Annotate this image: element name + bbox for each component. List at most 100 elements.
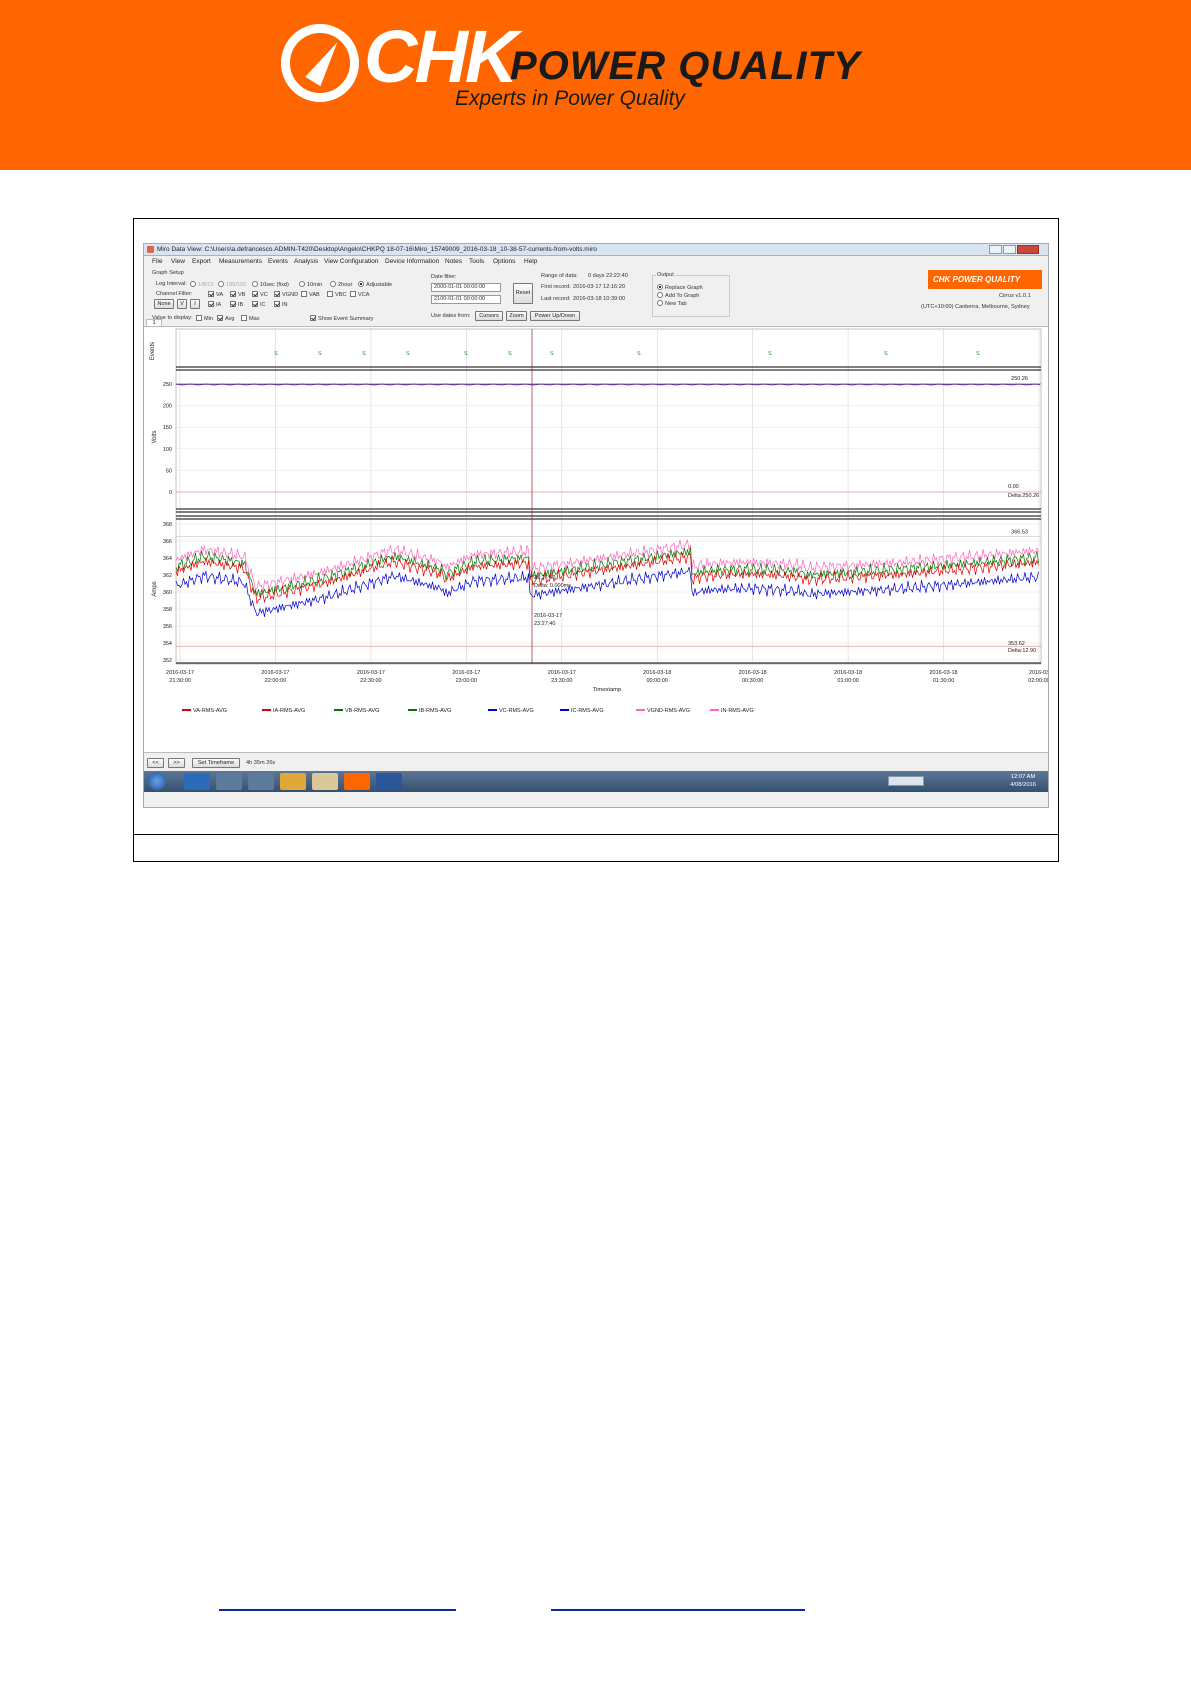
checkbox-icon[interactable] <box>230 301 236 307</box>
close-button[interactable] <box>1017 245 1039 254</box>
log-interval-option[interactable]: Adjustable <box>358 281 392 288</box>
x-tick-date: 2016-03-18 <box>929 670 957 676</box>
checkbox-icon[interactable] <box>327 291 333 297</box>
menu-analysis[interactable]: Analysis <box>294 258 318 265</box>
log-interval-option[interactable]: 186/192 <box>218 281 246 288</box>
explorer-icon[interactable] <box>312 773 338 790</box>
footer-link-2[interactable] <box>551 1609 805 1611</box>
channel-v-button[interactable]: V <box>177 299 187 309</box>
value-option-min[interactable]: Min <box>196 315 213 322</box>
minimize-button[interactable] <box>989 245 1002 254</box>
menu-options[interactable]: Options <box>493 258 515 265</box>
checkbox-icon[interactable] <box>217 315 223 321</box>
chrome-icon[interactable] <box>248 773 274 790</box>
x-tick-time: 01:30:00 <box>933 678 954 684</box>
menu-notes[interactable]: Notes <box>445 258 462 265</box>
output-option[interactable]: Add To Graph <box>657 292 699 299</box>
radio-icon[interactable] <box>190 281 196 287</box>
menu-view-configuration[interactable]: View Configuration <box>324 258 378 265</box>
maximize-button[interactable] <box>1003 245 1016 254</box>
channel-checkbox-vab[interactable]: VAB <box>301 291 320 298</box>
media-player-icon[interactable] <box>216 773 242 790</box>
legend-entry: IC-RMS-AVG <box>571 708 604 714</box>
value-option-max[interactable]: Max <box>241 315 260 322</box>
set-timeframe-button[interactable]: Set Timeframe <box>192 758 240 768</box>
navigation-bar: << >> Set Timeframe 4h 35m 26s <box>144 754 1048 771</box>
event-marker: S <box>976 351 980 357</box>
zoom-button[interactable]: Zoom <box>506 311 527 321</box>
log-interval-option[interactable]: 2hour <box>330 281 352 288</box>
channel-checkbox-ia[interactable]: IA <box>208 301 221 308</box>
show-event-summary-checkbox[interactable] <box>310 315 316 321</box>
radio-icon[interactable] <box>252 281 258 287</box>
channel-checkbox-vca[interactable]: VCA <box>350 291 370 298</box>
output-option[interactable]: Replace Graph <box>657 284 703 291</box>
start-button-icon[interactable] <box>148 772 166 790</box>
radio-icon[interactable] <box>657 284 663 290</box>
radio-icon[interactable] <box>657 292 663 298</box>
checkbox-icon[interactable] <box>252 301 258 307</box>
ie-icon[interactable] <box>184 773 210 790</box>
checkbox-icon[interactable] <box>274 301 280 307</box>
channel-none-button[interactable]: None <box>154 299 174 309</box>
menu-tools[interactable]: Tools <box>469 258 484 265</box>
channel-checkbox-va[interactable]: VA <box>208 291 223 298</box>
value-option-avg[interactable]: Avg <box>217 315 235 322</box>
channel-checkbox-ib[interactable]: IB <box>230 301 243 308</box>
footer-link-1[interactable] <box>219 1609 456 1611</box>
checkbox-icon[interactable] <box>350 291 356 297</box>
nav-forward-button[interactable]: >> <box>168 758 185 768</box>
checkbox-icon[interactable] <box>196 315 202 321</box>
checkbox-icon[interactable] <box>208 291 214 297</box>
menu-events[interactable]: Events <box>268 258 288 265</box>
first-record-label: First record: <box>541 284 571 290</box>
language-bar[interactable] <box>888 776 924 786</box>
last-record-value: 2016-03-18 10:39:00 <box>573 296 625 302</box>
log-interval-option-label: 1/8/12 <box>198 282 214 288</box>
log-interval-option[interactable]: 10min <box>299 281 322 288</box>
checkbox-icon[interactable] <box>301 291 307 297</box>
word-icon[interactable] <box>376 773 402 790</box>
output-option[interactable]: New Tab <box>657 300 687 307</box>
radio-icon[interactable] <box>299 281 305 287</box>
radio-icon[interactable] <box>330 281 336 287</box>
channel-checkbox-vb[interactable]: VB <box>230 291 245 298</box>
date-end-input[interactable]: 2100-01-01 00:00:00 <box>431 295 501 304</box>
first-record-value: 2016-03-17 12:16:20 <box>573 284 625 290</box>
log-interval-option[interactable]: 10sec (fixd) <box>252 281 289 288</box>
menu-file[interactable]: File <box>152 258 162 265</box>
power-up-down-button[interactable]: Power Up/Down <box>530 311 580 321</box>
channel-i-button[interactable]: I <box>190 299 200 309</box>
checkbox-icon[interactable] <box>252 291 258 297</box>
channel-label: VBC <box>335 292 347 298</box>
volts-tick-label: 200 <box>163 404 172 410</box>
cursors-button[interactable]: Cursors <box>475 311 503 321</box>
menu-view[interactable]: View <box>171 258 185 265</box>
channel-checkbox-vbc[interactable]: VBC <box>327 291 347 298</box>
radio-icon[interactable] <box>657 300 663 306</box>
menu-export[interactable]: Export <box>192 258 211 265</box>
x-tick-time: 22:00:00 <box>265 678 286 684</box>
radio-icon[interactable] <box>358 281 364 287</box>
menu-device-information[interactable]: Device Information <box>385 258 439 265</box>
menu-help[interactable]: Help <box>524 258 537 265</box>
channel-checkbox-vc[interactable]: VC <box>252 291 268 298</box>
checkbox-icon[interactable] <box>241 315 247 321</box>
channel-checkbox-vgnd[interactable]: VGND <box>274 291 298 298</box>
date-start-input[interactable]: 2000-01-01 00:00:00 <box>431 283 501 292</box>
log-interval-label: Log Interval: <box>156 281 187 287</box>
outlook-icon[interactable] <box>280 773 306 790</box>
menu-measurements[interactable]: Measurements <box>219 258 262 265</box>
checkbox-icon[interactable] <box>230 291 236 297</box>
show-event-summary[interactable]: Show Event Summary <box>310 315 373 322</box>
legend-entry: IA-RMS-AVG <box>273 708 305 714</box>
checkbox-icon[interactable] <box>208 301 214 307</box>
channel-checkbox-ic[interactable]: IC <box>252 301 266 308</box>
chk-app-icon[interactable] <box>344 773 370 790</box>
nav-back-button[interactable]: << <box>147 758 164 768</box>
reset-button[interactable]: Reset <box>513 283 533 304</box>
channel-checkbox-in[interactable]: IN <box>274 301 288 308</box>
radio-icon[interactable] <box>218 281 224 287</box>
log-interval-option[interactable]: 1/8/12 <box>190 281 214 288</box>
checkbox-icon[interactable] <box>274 291 280 297</box>
